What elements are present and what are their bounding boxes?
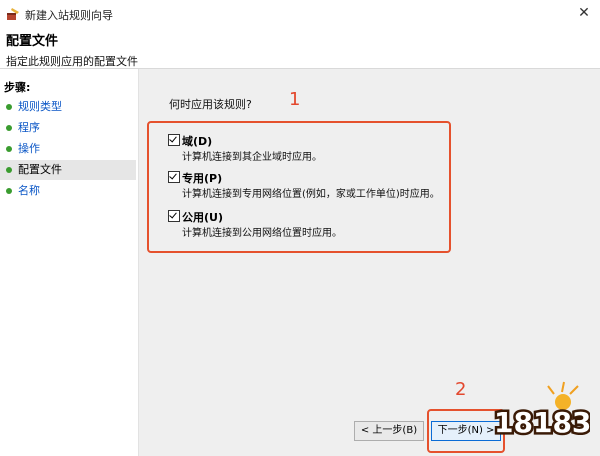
public-checkbox[interactable] — [168, 210, 180, 222]
step-dot-icon — [6, 167, 12, 173]
firewall-wizard-icon — [7, 8, 19, 20]
private-description: 计算机连接到专用网络位置(例如，家或工作单位)时应用。 — [182, 189, 440, 200]
page-subtitle: 指定此规则应用的配置文件 — [6, 55, 138, 68]
sidebar-item-label: 程序 — [18, 121, 40, 134]
annotation-number-1: 1 — [289, 89, 301, 110]
back-button[interactable]: < 上一步(B) — [354, 421, 424, 441]
public-description: 计算机连接到公用网络位置时应用。 — [182, 228, 342, 239]
domain-label: 域(D) — [182, 135, 213, 148]
sidebar-item-action[interactable]: 操作 — [0, 139, 136, 159]
sidebar-item-label: 名称 — [18, 184, 40, 197]
domain-description: 计算机连接到其企业域时应用。 — [182, 152, 322, 163]
annotation-number-2: 2 — [455, 379, 467, 400]
title-bar: 新建入站规则向导 ✕ — [0, 0, 600, 28]
question-label: 何时应用该规则? — [169, 98, 252, 111]
step-dot-icon — [6, 146, 12, 152]
site-logo-watermark: 18183 — [492, 381, 590, 440]
steps-sidebar: 步骤: 规则类型 程序 操作 配置文件 名称 — [0, 69, 139, 456]
sidebar-item-profile[interactable]: 配置文件 — [0, 160, 136, 180]
sidebar-item-label: 配置文件 — [18, 163, 62, 176]
close-button[interactable]: ✕ — [574, 3, 594, 23]
steps-label: 步骤: — [4, 81, 31, 94]
public-label: 公用(U) — [182, 211, 223, 224]
sidebar-item-program[interactable]: 程序 — [0, 118, 136, 138]
logo-text: 18183 — [494, 406, 590, 439]
private-checkbox[interactable] — [168, 171, 180, 183]
sidebar-item-label: 规则类型 — [18, 100, 62, 113]
sidebar-item-rule-type[interactable]: 规则类型 — [0, 97, 136, 117]
page-header: 配置文件 指定此规则应用的配置文件 — [6, 30, 138, 69]
sidebar-item-label: 操作 — [18, 142, 40, 155]
step-dot-icon — [6, 125, 12, 131]
private-label: 专用(P) — [182, 172, 223, 185]
step-dot-icon — [6, 188, 12, 194]
domain-checkbox[interactable] — [168, 134, 180, 146]
window-title: 新建入站规则向导 — [25, 9, 113, 22]
step-dot-icon — [6, 104, 12, 110]
sidebar-item-name[interactable]: 名称 — [0, 181, 136, 201]
page-title: 配置文件 — [6, 34, 59, 49]
